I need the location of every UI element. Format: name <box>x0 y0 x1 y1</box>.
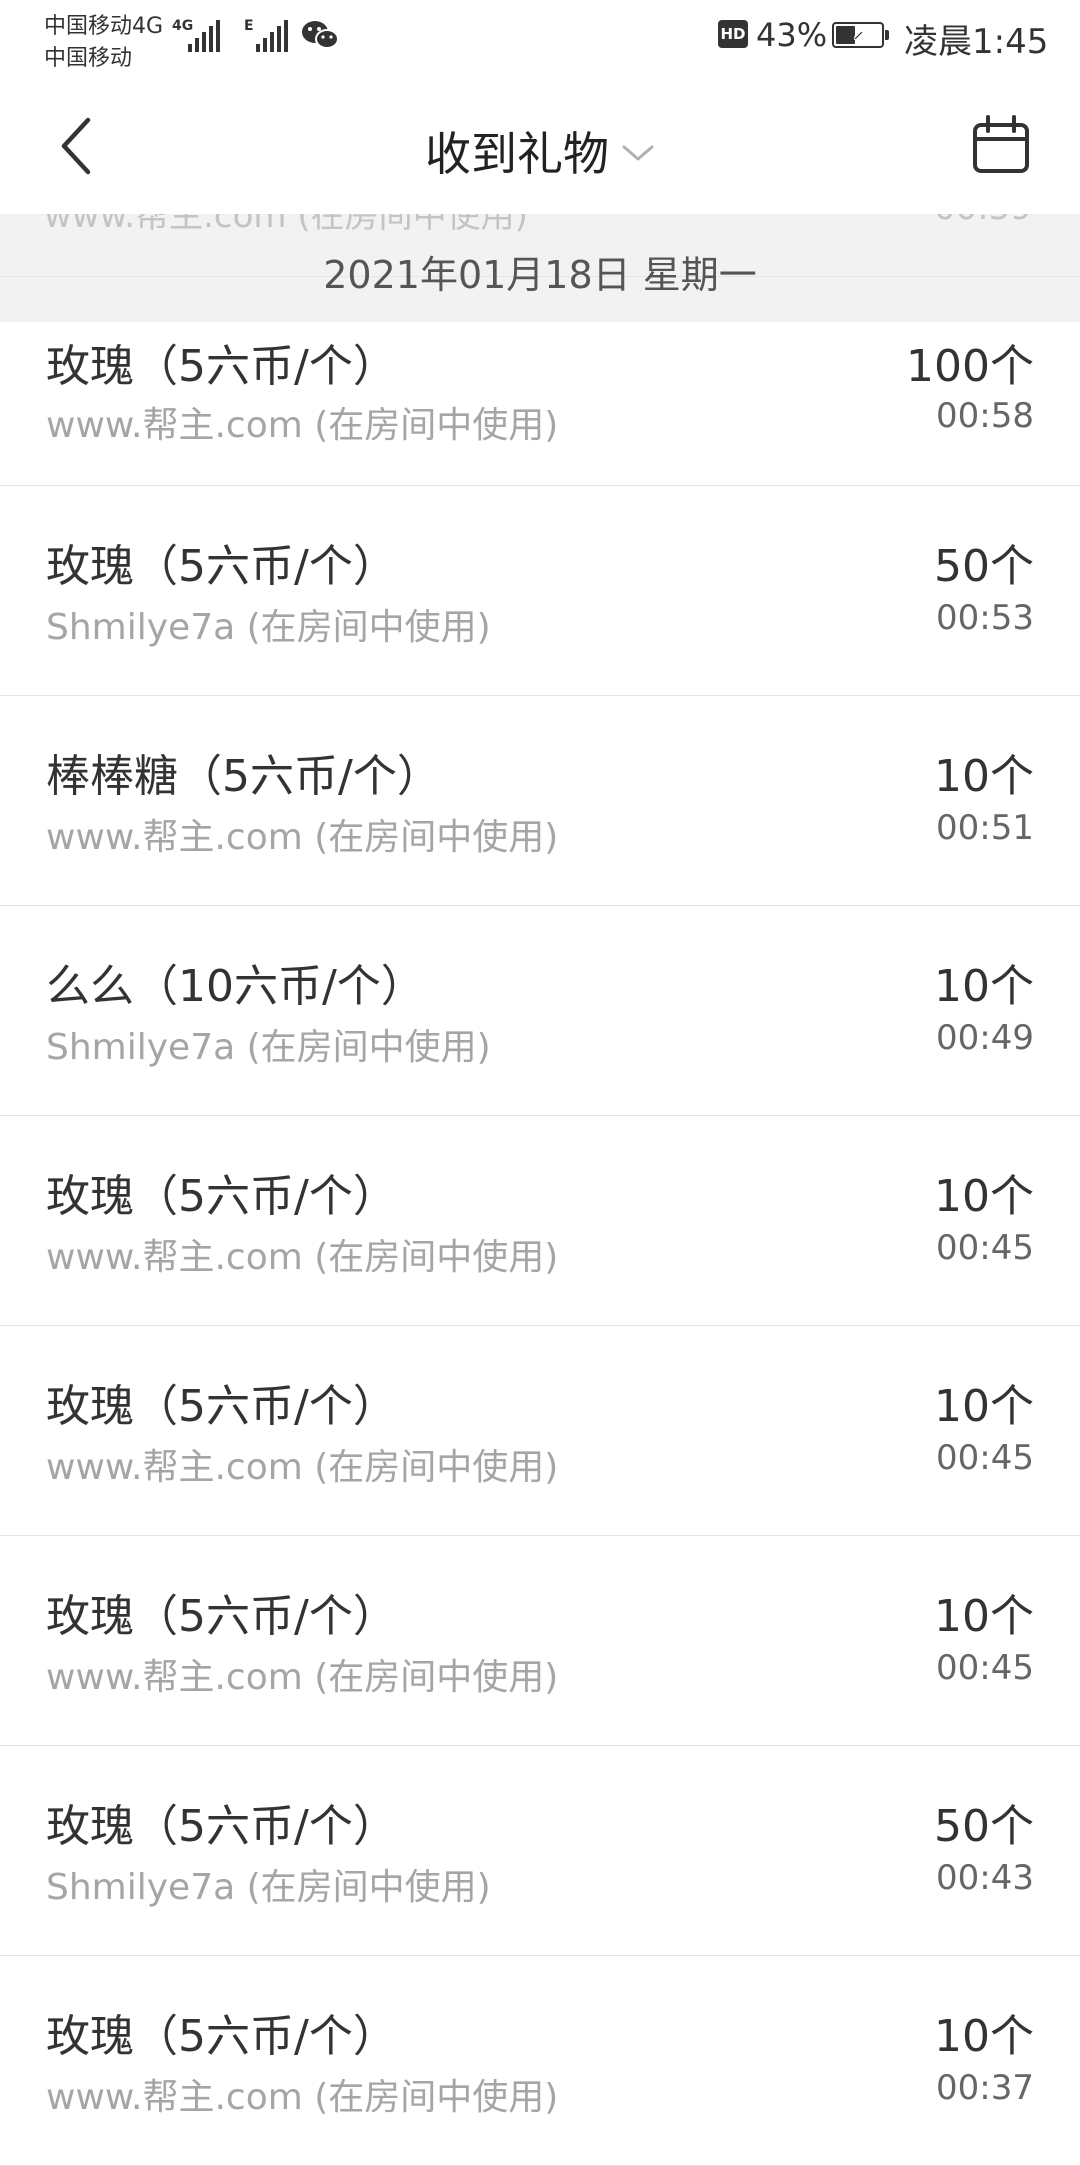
gift-quantity: 10个 <box>934 1171 1034 1222</box>
gift-name: 么么（10六币/个） <box>46 961 425 1012</box>
gift-name: 棒棒糖（5六币/个） <box>46 751 441 802</box>
signal-strength-icon: 4G <box>172 18 228 52</box>
gift-quantity: 100个 <box>906 341 1034 392</box>
gift-source: Shmilye7a (在房间中使用) <box>46 1867 491 1908</box>
gift-record-row[interactable]: 玫瑰（5六币/个） Shmilye7a (在房间中使用) 50个 00:53 <box>0 486 1080 696</box>
gift-name: 玫瑰（5六币/个） <box>46 341 397 392</box>
gift-source: www.帮主.com (在房间中使用) <box>46 817 559 858</box>
carrier-primary: 中国移动4G <box>44 14 164 39</box>
partial-row-time: 00:59 <box>934 214 1032 228</box>
carrier-secondary: 中国移动 <box>44 46 133 71</box>
gift-quantity: 50个 <box>934 1801 1034 1852</box>
gift-source: Shmilye7a (在房间中使用) <box>46 607 491 648</box>
gift-record-row[interactable]: 棒棒糖（5六币/个） www.帮主.com (在房间中使用) 10个 00:51 <box>0 696 1080 906</box>
gift-time: 00:43 <box>936 1858 1034 1898</box>
back-icon[interactable] <box>50 108 110 184</box>
battery-percentage: 43% <box>756 16 828 54</box>
gift-time: 00:45 <box>936 1648 1034 1688</box>
gift-quantity: 50个 <box>934 541 1034 592</box>
gift-record-row[interactable]: 玫瑰（5六币/个） www.帮主.com (在房间中使用) 10个 00:45 <box>0 1536 1080 1746</box>
power-saving-leaf-icon <box>854 30 864 40</box>
gift-time: 00:53 <box>936 598 1034 638</box>
date-section-header: www.帮主.com (在房间中使用) 00:59 2021年01月18日 星期… <box>0 214 1080 322</box>
gift-record-row[interactable]: 玫瑰（5六币/个） www.帮主.com (在房间中使用) 100个 00:58 <box>0 322 1080 486</box>
page-title: 收到礼物 <box>425 127 609 181</box>
gift-record-row[interactable]: 玫瑰（5六币/个） www.帮主.com (在房间中使用) 10个 00:37 <box>0 1956 1080 2166</box>
gift-source: www.帮主.com (在房间中使用) <box>46 1447 559 1488</box>
gift-quantity: 10个 <box>934 1381 1034 1432</box>
gift-source: www.帮主.com (在房间中使用) <box>46 1657 559 1698</box>
gift-quantity: 10个 <box>934 751 1034 802</box>
gift-source: www.帮主.com (在房间中使用) <box>46 1237 559 1278</box>
gift-record-row[interactable]: 玫瑰（5六币/个） Shmilye7a (在房间中使用) 50个 00:43 <box>0 1746 1080 1956</box>
gift-quantity: 10个 <box>934 2011 1034 2062</box>
clock: 凌晨1:45 <box>904 22 1049 62</box>
section-date: 2021年01月18日 星期一 <box>323 253 757 297</box>
wechat-icon <box>302 21 339 49</box>
gift-record-row[interactable]: 玫瑰（5六币/个） www.帮主.com (在房间中使用) 10个 00:45 <box>0 1116 1080 1326</box>
gift-record-row[interactable]: 玫瑰（5六币/个） www.帮主.com (在房间中使用) 10个 00:45 <box>0 1326 1080 1536</box>
gift-quantity: 10个 <box>934 961 1034 1012</box>
gift-time: 00:49 <box>936 1018 1034 1058</box>
gift-time: 00:45 <box>936 1438 1034 1478</box>
gift-name: 玫瑰（5六币/个） <box>46 1381 397 1432</box>
battery-icon <box>832 22 889 48</box>
gift-name: 玫瑰（5六币/个） <box>46 1591 397 1642</box>
app-header: 收到礼物 <box>0 78 1080 215</box>
gift-source: Shmilye7a (在房间中使用) <box>46 1027 491 1068</box>
title-dropdown[interactable]: 收到礼物 <box>425 118 655 184</box>
gift-time: 00:51 <box>936 808 1034 848</box>
gift-time: 00:37 <box>936 2068 1034 2108</box>
gift-source: www.帮主.com (在房间中使用) <box>46 2077 559 2118</box>
gift-record-row[interactable]: 么么（10六币/个） Shmilye7a (在房间中使用) 10个 00:49 <box>0 906 1080 1116</box>
gift-quantity: 10个 <box>934 1591 1034 1642</box>
gift-name: 玫瑰（5六币/个） <box>46 1801 397 1852</box>
gift-record-list: 玫瑰（5六币/个） www.帮主.com (在房间中使用) 100个 00:58… <box>0 322 1080 2166</box>
network-type-label: E <box>244 18 254 34</box>
gift-name: 玫瑰（5六币/个） <box>46 1171 397 1222</box>
gift-source: www.帮主.com (在房间中使用) <box>46 405 559 446</box>
status-bar: 中国移动4G 中国移动 4G E HD 43% 凌晨1:45 <box>0 0 1080 78</box>
gift-name: 玫瑰（5六币/个） <box>46 541 397 592</box>
calendar-icon[interactable] <box>970 114 1032 176</box>
signal-strength-icon: E <box>244 18 296 52</box>
chevron-down-icon <box>622 145 654 161</box>
gift-time: 00:58 <box>936 396 1034 436</box>
hd-voice-badge: HD <box>718 20 748 48</box>
gift-name: 玫瑰（5六币/个） <box>46 2011 397 2062</box>
gift-time: 00:45 <box>936 1228 1034 1268</box>
partial-row-source: www.帮主.com (在房间中使用) <box>44 214 528 236</box>
